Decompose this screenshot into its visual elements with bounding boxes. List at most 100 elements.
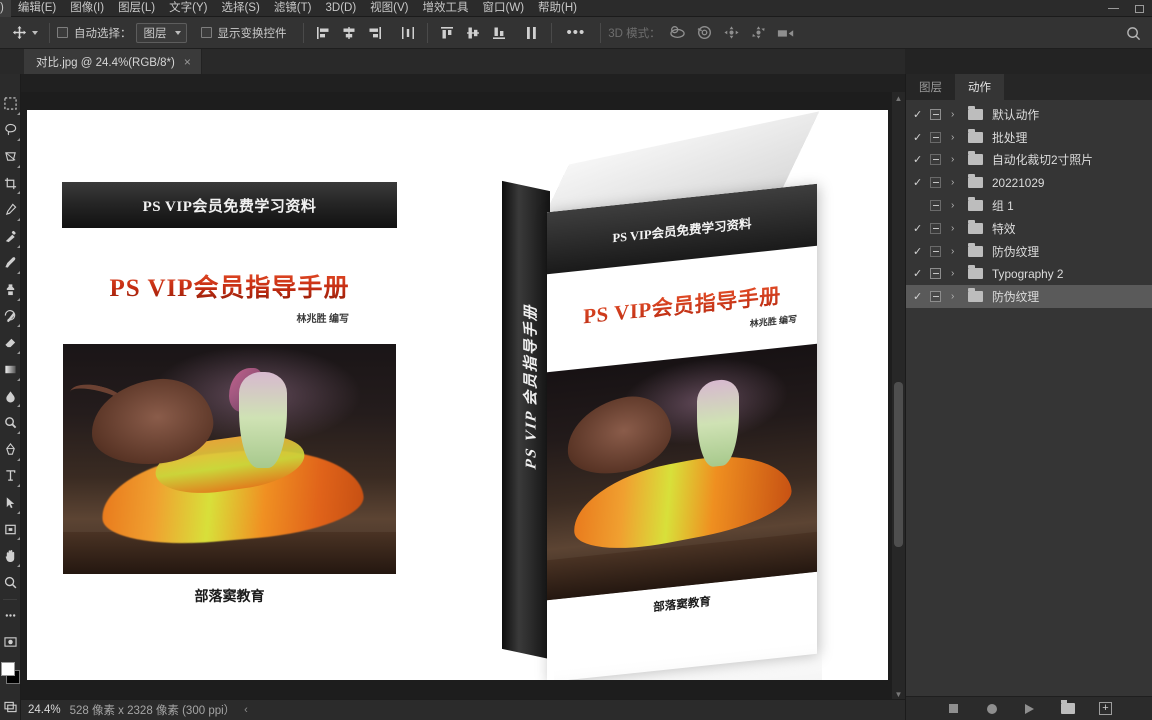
drag-3d-object-icon[interactable] <box>721 22 743 44</box>
more-options-button[interactable]: ••• <box>559 25 594 40</box>
scroll-up-icon[interactable]: ▲ <box>892 92 905 106</box>
action-set-row[interactable]: ✓ › Typography 2 <box>906 263 1152 286</box>
color-swatches[interactable] <box>0 661 21 688</box>
align-left-edges-icon[interactable] <box>311 22 335 44</box>
eraser-tool[interactable] <box>0 329 21 356</box>
toggle-item-checkmark-icon[interactable]: ✓ <box>913 222 930 235</box>
toggle-dialog-box[interactable] <box>930 200 951 212</box>
maximize-button[interactable] <box>1126 0 1152 17</box>
close-icon[interactable]: × <box>184 56 191 68</box>
action-set-row-selected[interactable]: ✓ › 防伪纹理 <box>906 285 1152 309</box>
menu-item-filter[interactable]: 滤镜(T) <box>267 0 319 17</box>
eyedropper-tool[interactable] <box>0 196 21 223</box>
chevron-right-icon[interactable]: › <box>951 291 968 302</box>
align-top-edges-icon[interactable] <box>435 22 459 44</box>
menu-item-image[interactable]: 图像(I) <box>63 0 111 17</box>
toggle-dialog-box[interactable] <box>930 268 951 280</box>
crop-tool[interactable] <box>0 170 21 197</box>
record-button[interactable] <box>984 701 1000 717</box>
distribute-horizontally-icon[interactable] <box>396 22 420 44</box>
new-action-button[interactable]: + <box>1098 701 1114 717</box>
healing-brush-tool[interactable] <box>0 223 21 250</box>
minimize-button[interactable] <box>1100 0 1126 17</box>
active-tool-button[interactable] <box>4 22 42 44</box>
history-brush-tool[interactable] <box>0 303 21 330</box>
toggle-dialog-box[interactable] <box>930 108 951 120</box>
action-set-row[interactable]: ✓ › 自动化裁切2寸照片 <box>906 149 1152 172</box>
menu-item-view[interactable]: 视图(V) <box>363 0 415 17</box>
action-set-row[interactable]: ✓ › 20221029 <box>906 171 1152 194</box>
pen-tool[interactable] <box>0 436 21 463</box>
hand-tool[interactable] <box>0 542 21 569</box>
chevron-right-icon[interactable]: › <box>951 268 968 279</box>
align-bottom-edges-icon[interactable] <box>487 22 511 44</box>
toggle-dialog-box[interactable] <box>930 177 951 189</box>
gradient-tool[interactable] <box>0 356 21 383</box>
zoom-level[interactable]: 24.4% <box>28 704 61 716</box>
menu-item-plugins[interactable]: 增效工具 <box>416 0 476 17</box>
action-set-row[interactable]: ✓ › 批处理 <box>906 126 1152 149</box>
slide-3d-object-icon[interactable] <box>748 22 770 44</box>
align-vertical-centers-icon[interactable] <box>461 22 485 44</box>
toggle-dialog-box[interactable] <box>930 154 951 166</box>
rotate-3d-object-icon[interactable] <box>667 22 689 44</box>
dodge-tool[interactable] <box>0 409 21 436</box>
tab-layers[interactable]: 图层 <box>906 74 955 100</box>
lasso-tool[interactable] <box>0 117 21 144</box>
quick-mask-button[interactable] <box>0 629 21 656</box>
toggle-item-checkmark-icon[interactable]: ✓ <box>913 245 930 258</box>
chevron-right-icon[interactable]: › <box>951 246 968 257</box>
status-expand-icon[interactable]: ‹ <box>244 704 248 716</box>
canvas-vertical-scrollbar[interactable]: ▲ ▼ <box>892 92 905 702</box>
tab-actions[interactable]: 动作 <box>955 74 1004 100</box>
new-set-button[interactable] <box>1060 700 1076 717</box>
menu-item-edit[interactable]: 编辑(E) <box>11 0 63 17</box>
menu-item-select[interactable]: 选择(S) <box>214 0 266 17</box>
document-tab[interactable]: 对比.jpg @ 24.4%(RGB/8*) × <box>24 49 202 74</box>
chevron-right-icon[interactable]: › <box>951 177 968 188</box>
show-transform-controls-checkbox[interactable]: 显示变换控件 <box>200 25 287 41</box>
canvas-area[interactable]: PS VIP会员免费学习资料 PS VIP会员指导手册 林兆胜 编写 部落窦教育 <box>21 74 905 720</box>
chevron-right-icon[interactable]: › <box>951 154 968 165</box>
action-set-row[interactable]: ✓ › 特效 <box>906 217 1152 240</box>
auto-select-target-dropdown[interactable]: 图层 <box>135 22 187 43</box>
play-button[interactable] <box>1022 701 1038 717</box>
menu-item-layer[interactable]: 图层(L) <box>111 0 162 17</box>
chevron-right-icon[interactable]: › <box>951 109 968 120</box>
stop-button[interactable] <box>946 701 962 717</box>
auto-select-checkbox[interactable]: 自动选择： <box>57 25 132 41</box>
menu-item-3d[interactable]: 3D(D) <box>319 0 364 17</box>
blur-tool[interactable] <box>0 383 21 410</box>
toggle-dialog-box[interactable] <box>930 131 951 143</box>
artboard[interactable]: PS VIP会员免费学习资料 PS VIP会员指导手册 林兆胜 编写 部落窦教育 <box>27 110 888 680</box>
align-horizontal-centers-icon[interactable] <box>337 22 361 44</box>
edit-toolbar-button[interactable] <box>0 603 21 630</box>
toggle-item-checkmark-icon[interactable]: ✓ <box>913 176 930 189</box>
scale-3d-object-icon[interactable] <box>775 22 797 44</box>
menu-item-window[interactable]: 窗口(W) <box>476 0 532 17</box>
screen-mode-button[interactable] <box>0 693 21 720</box>
path-selection-tool[interactable] <box>0 489 21 516</box>
distribute-vertically-icon[interactable] <box>520 22 544 44</box>
toggle-dialog-box[interactable] <box>930 222 951 234</box>
toggle-item-checkmark-icon[interactable]: ✓ <box>913 153 930 166</box>
menu-item-help[interactable]: 帮助(H) <box>531 0 584 17</box>
action-set-row[interactable]: ✓ › 默认动作 <box>906 103 1152 126</box>
chevron-right-icon[interactable]: › <box>951 132 968 143</box>
foreground-color-swatch[interactable] <box>0 661 15 676</box>
clone-stamp-tool[interactable] <box>0 276 21 303</box>
brush-tool[interactable] <box>0 250 21 277</box>
toggle-dialog-box[interactable] <box>930 291 951 303</box>
vertical-scroll-thumb[interactable] <box>894 382 903 547</box>
search-button[interactable] <box>1122 22 1144 44</box>
marquee-tool[interactable] <box>0 90 21 117</box>
type-tool[interactable] <box>0 463 21 490</box>
shape-tool[interactable] <box>0 516 21 543</box>
toggle-item-checkmark-icon[interactable]: ✓ <box>913 131 930 144</box>
toggle-item-checkmark-icon[interactable]: ✓ <box>913 290 930 303</box>
actions-list[interactable]: ✓ › 默认动作 ✓ › 批处理 ✓ › 自动化裁切2寸照片 ✓ › 20221… <box>906 100 1152 696</box>
roll-3d-object-icon[interactable] <box>694 22 716 44</box>
menu-item-file[interactable]: F) <box>0 0 11 17</box>
toggle-dialog-box[interactable] <box>930 245 951 257</box>
action-set-row[interactable]: › 组 1 <box>906 194 1152 217</box>
